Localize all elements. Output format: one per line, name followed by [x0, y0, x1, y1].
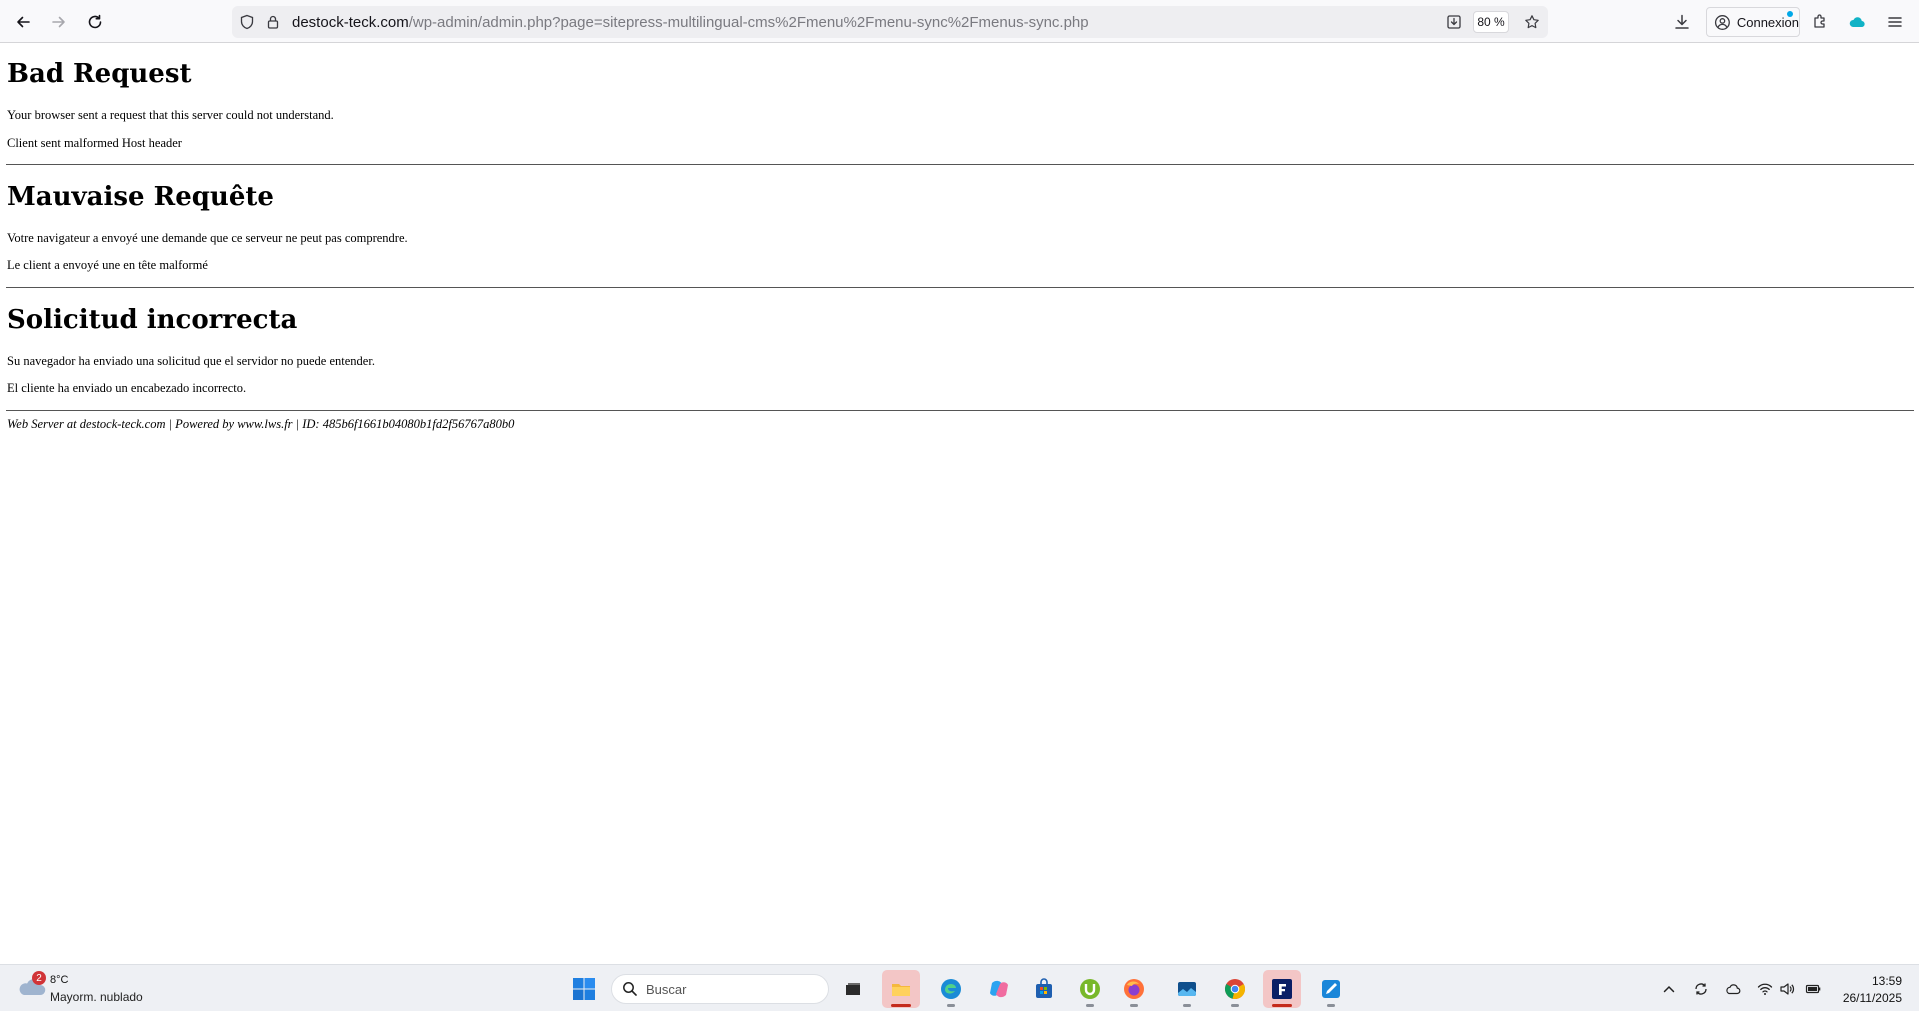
task-view-button[interactable]: [834, 970, 872, 1008]
sync-tray-button[interactable]: [1692, 980, 1710, 998]
reload-icon: [88, 14, 102, 29]
server-signature: Web Server at destock-teck.com | Powered…: [7, 417, 515, 431]
filezilla-icon: [1272, 979, 1292, 999]
running-indicator: [1231, 1004, 1239, 1007]
photos-button[interactable]: [1168, 970, 1206, 1008]
divider: [6, 164, 1914, 165]
battery-icon: [1805, 984, 1821, 994]
utorrent-icon: [1080, 979, 1100, 999]
utorrent-button[interactable]: [1071, 970, 1109, 1008]
page-content: Bad Request Your browser sent a request …: [0, 44, 1919, 964]
clock-time: 13:59: [1871, 974, 1902, 988]
taskbar: 2 8°C Mayorm. nublado Buscar 13:59 26/11…: [0, 964, 1919, 1011]
tracking-protection-button[interactable]: [238, 13, 256, 31]
microsoft-store-button[interactable]: [1025, 970, 1063, 1008]
running-indicator: [947, 1004, 955, 1007]
edge-button[interactable]: [932, 970, 970, 1008]
account-icon: [1714, 14, 1730, 30]
firefox-icon: [1124, 979, 1144, 999]
running-indicator: [1183, 1004, 1191, 1007]
volume-tray-button[interactable]: [1778, 980, 1796, 998]
lock-icon: [267, 15, 279, 29]
store-icon: [1036, 978, 1052, 998]
copilot-icon: [990, 980, 1008, 998]
zoom-level-button[interactable]: 80 %: [1473, 11, 1509, 33]
battery-tray-button[interactable]: [1804, 980, 1822, 998]
heading-mauvaise-requete: Mauvaise Requête: [7, 182, 274, 212]
detail-line: Le client a envoyé une en tête malformé: [7, 258, 208, 272]
forward-button[interactable]: [45, 8, 73, 36]
copilot-button[interactable]: [980, 970, 1018, 1008]
downloads-button[interactable]: [1668, 8, 1696, 36]
paint-button[interactable]: [1312, 970, 1350, 1008]
file-explorer-button[interactable]: [882, 970, 920, 1008]
url-path: /wp-admin/admin.php?page=sitepress-multi…: [408, 14, 1089, 31]
menu-icon: [1888, 17, 1902, 27]
heading-solicitud-incorrecta: Solicitud incorrecta: [7, 305, 298, 335]
back-icon: [17, 16, 30, 28]
bookmark-star-icon: [1525, 15, 1539, 29]
running-indicator: [1327, 1004, 1335, 1007]
show-hidden-icons-button[interactable]: [1660, 980, 1678, 998]
forward-icon: [52, 16, 65, 28]
app-menu-button[interactable]: [1881, 8, 1909, 36]
volume-icon: [1780, 983, 1795, 995]
notification-dot: [1787, 11, 1793, 17]
address-bar[interactable]: destock-teck.com/wp-admin/admin.php?page…: [232, 6, 1548, 38]
filezilla-button[interactable]: [1263, 970, 1301, 1008]
search-placeholder: Buscar: [646, 981, 687, 997]
weather-temperature: 8°C: [50, 974, 69, 986]
sync-icon: [1695, 983, 1707, 995]
account-signin-button[interactable]: Connexion: [1706, 7, 1800, 37]
task-view-icon: [846, 983, 860, 995]
chrome-icon: [1224, 979, 1246, 1000]
downloads-icon: [1675, 14, 1689, 29]
weather-alert-badge: 2: [32, 971, 46, 985]
url-host: destock-teck.com: [292, 14, 409, 31]
onedrive-cloud-icon: [1726, 984, 1741, 995]
clock-date: 26/11/2025: [1842, 991, 1902, 1005]
extensions-icon: [1814, 14, 1825, 28]
search-icon: [623, 982, 637, 996]
onedrive-tray-button[interactable]: [1724, 980, 1742, 998]
taskbar-search-box[interactable]: Buscar: [611, 974, 829, 1004]
cloud-icon: [1849, 17, 1865, 28]
running-indicator: [1086, 1004, 1094, 1007]
detail-line: El cliente ha enviado un encabezado inco…: [7, 381, 247, 395]
running-indicator: [1272, 1004, 1292, 1007]
message-line: Su navegador ha enviado una solicitud qu…: [7, 354, 375, 368]
chrome-button[interactable]: [1216, 970, 1254, 1008]
url-text[interactable]: destock-teck.com/wp-admin/admin.php?page…: [292, 14, 1089, 31]
heading-bad-request: Bad Request: [7, 59, 192, 89]
firefox-button[interactable]: [1115, 970, 1153, 1008]
reload-button[interactable]: [81, 8, 109, 36]
windows-start-button[interactable]: [572, 977, 596, 1001]
running-indicator: [891, 1004, 911, 1007]
photos-icon: [1178, 982, 1196, 996]
wifi-icon: [1757, 983, 1773, 995]
page-save-icon: [1447, 15, 1461, 29]
site-info-button[interactable]: [264, 13, 282, 31]
back-button[interactable]: [9, 8, 37, 36]
message-line: Votre navigateur a envoyé une demande qu…: [7, 231, 408, 245]
extensions-button[interactable]: [1806, 8, 1834, 36]
divider: [6, 287, 1914, 288]
weather-description: Mayorm. nublado: [50, 990, 143, 1004]
message-line: Your browser sent a request that this se…: [7, 108, 334, 122]
chevron-up-icon: [1663, 985, 1675, 993]
paint-icon: [1322, 980, 1340, 998]
wifi-tray-button[interactable]: [1756, 980, 1774, 998]
browser-toolbar: destock-teck.com/wp-admin/admin.php?page…: [0, 0, 1919, 43]
divider: [6, 410, 1914, 411]
edge-icon: [941, 979, 961, 999]
detail-line: Client sent malformed Host header: [7, 136, 182, 150]
cloud-extension-button[interactable]: [1843, 8, 1871, 36]
shield-icon: [240, 14, 254, 30]
bookmark-button[interactable]: [1523, 13, 1541, 31]
save-page-button[interactable]: [1445, 13, 1463, 31]
folder-icon: [892, 984, 910, 996]
running-indicator: [1130, 1004, 1138, 1007]
